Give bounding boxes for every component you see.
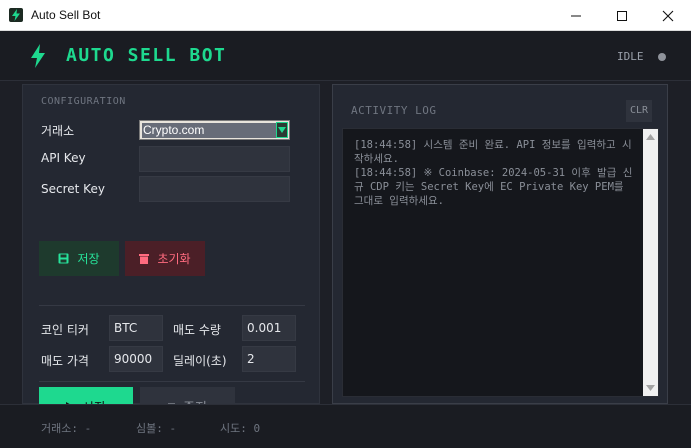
config-panel: CONFIGURATION 거래소 Crypto.com API Key Sec… — [22, 84, 320, 425]
api-key-label: API Key — [41, 151, 86, 165]
config-section-title: CONFIGURATION — [41, 96, 126, 107]
window-titlebar: Auto Sell Bot — [0, 0, 691, 31]
ticker-label: 코인 티커 — [41, 323, 89, 337]
exchange-label: 거래소 — [41, 124, 75, 138]
app-header: AUTO SELL BOT IDLE — [0, 31, 691, 81]
divider — [39, 305, 305, 306]
status-symbol: 심볼: - — [136, 422, 177, 435]
status-attempts: 시도: 0 — [220, 422, 261, 435]
sell-price-label: 매도 가격 — [41, 354, 89, 368]
reset-button[interactable]: 초기화 — [125, 241, 205, 276]
lightning-icon — [31, 44, 45, 68]
sell-qty-input[interactable]: 0.001 — [242, 315, 296, 341]
activity-log-title: ACTIVITY LOG — [351, 104, 437, 117]
ticker-input[interactable]: BTC — [109, 315, 163, 341]
scroll-up-icon[interactable] — [646, 134, 655, 140]
sell-price-input[interactable]: 90000 — [109, 346, 163, 372]
exchange-select[interactable]: Crypto.com — [139, 120, 290, 140]
activity-log-panel: ACTIVITY LOG CLR [18:44:58] 시스템 준비 완료. A… — [332, 84, 668, 404]
status-exchange: 거래소: - — [41, 422, 92, 435]
sell-qty-label: 매도 수량 — [173, 323, 221, 337]
api-key-input[interactable] — [139, 146, 290, 172]
app-logo-icon — [9, 8, 23, 22]
exchange-select-value: Crypto.com — [142, 123, 277, 138]
maximize-button[interactable] — [599, 0, 645, 31]
status-bar: 거래소: - 심볼: - 시도: 0 — [0, 404, 691, 448]
close-button[interactable] — [645, 0, 691, 31]
delay-label: 딜레이(초) — [173, 354, 227, 368]
app-title: AUTO SELL BOT — [66, 45, 227, 66]
status-label: IDLE — [617, 50, 644, 63]
secret-key-input[interactable] — [139, 176, 290, 202]
delay-input[interactable]: 2 — [242, 346, 296, 372]
chevron-down-icon[interactable] — [276, 122, 288, 138]
clear-log-button[interactable]: CLR — [626, 100, 652, 122]
save-icon — [58, 253, 69, 264]
minimize-button[interactable] — [553, 0, 599, 31]
log-textarea[interactable]: [18:44:58] 시스템 준비 완료. API 정보를 입력하고 시작하세요… — [342, 128, 659, 397]
divider — [39, 381, 305, 382]
log-scrollbar[interactable] — [643, 129, 658, 396]
secret-key-label: Secret Key — [41, 182, 105, 196]
log-content: [18:44:58] 시스템 준비 완료. API 정보를 입력하고 시작하세요… — [354, 139, 633, 207]
save-button[interactable]: 저장 — [39, 241, 119, 276]
save-button-label: 저장 — [77, 252, 100, 266]
app-body: AUTO SELL BOT IDLE CONFIGURATION 거래소 Cry… — [0, 31, 691, 448]
trash-icon — [139, 253, 150, 264]
scroll-down-icon[interactable] — [646, 385, 655, 391]
reset-button-label: 초기화 — [157, 252, 191, 266]
status-indicator — [658, 53, 666, 61]
window-title: Auto Sell Bot — [31, 8, 101, 22]
